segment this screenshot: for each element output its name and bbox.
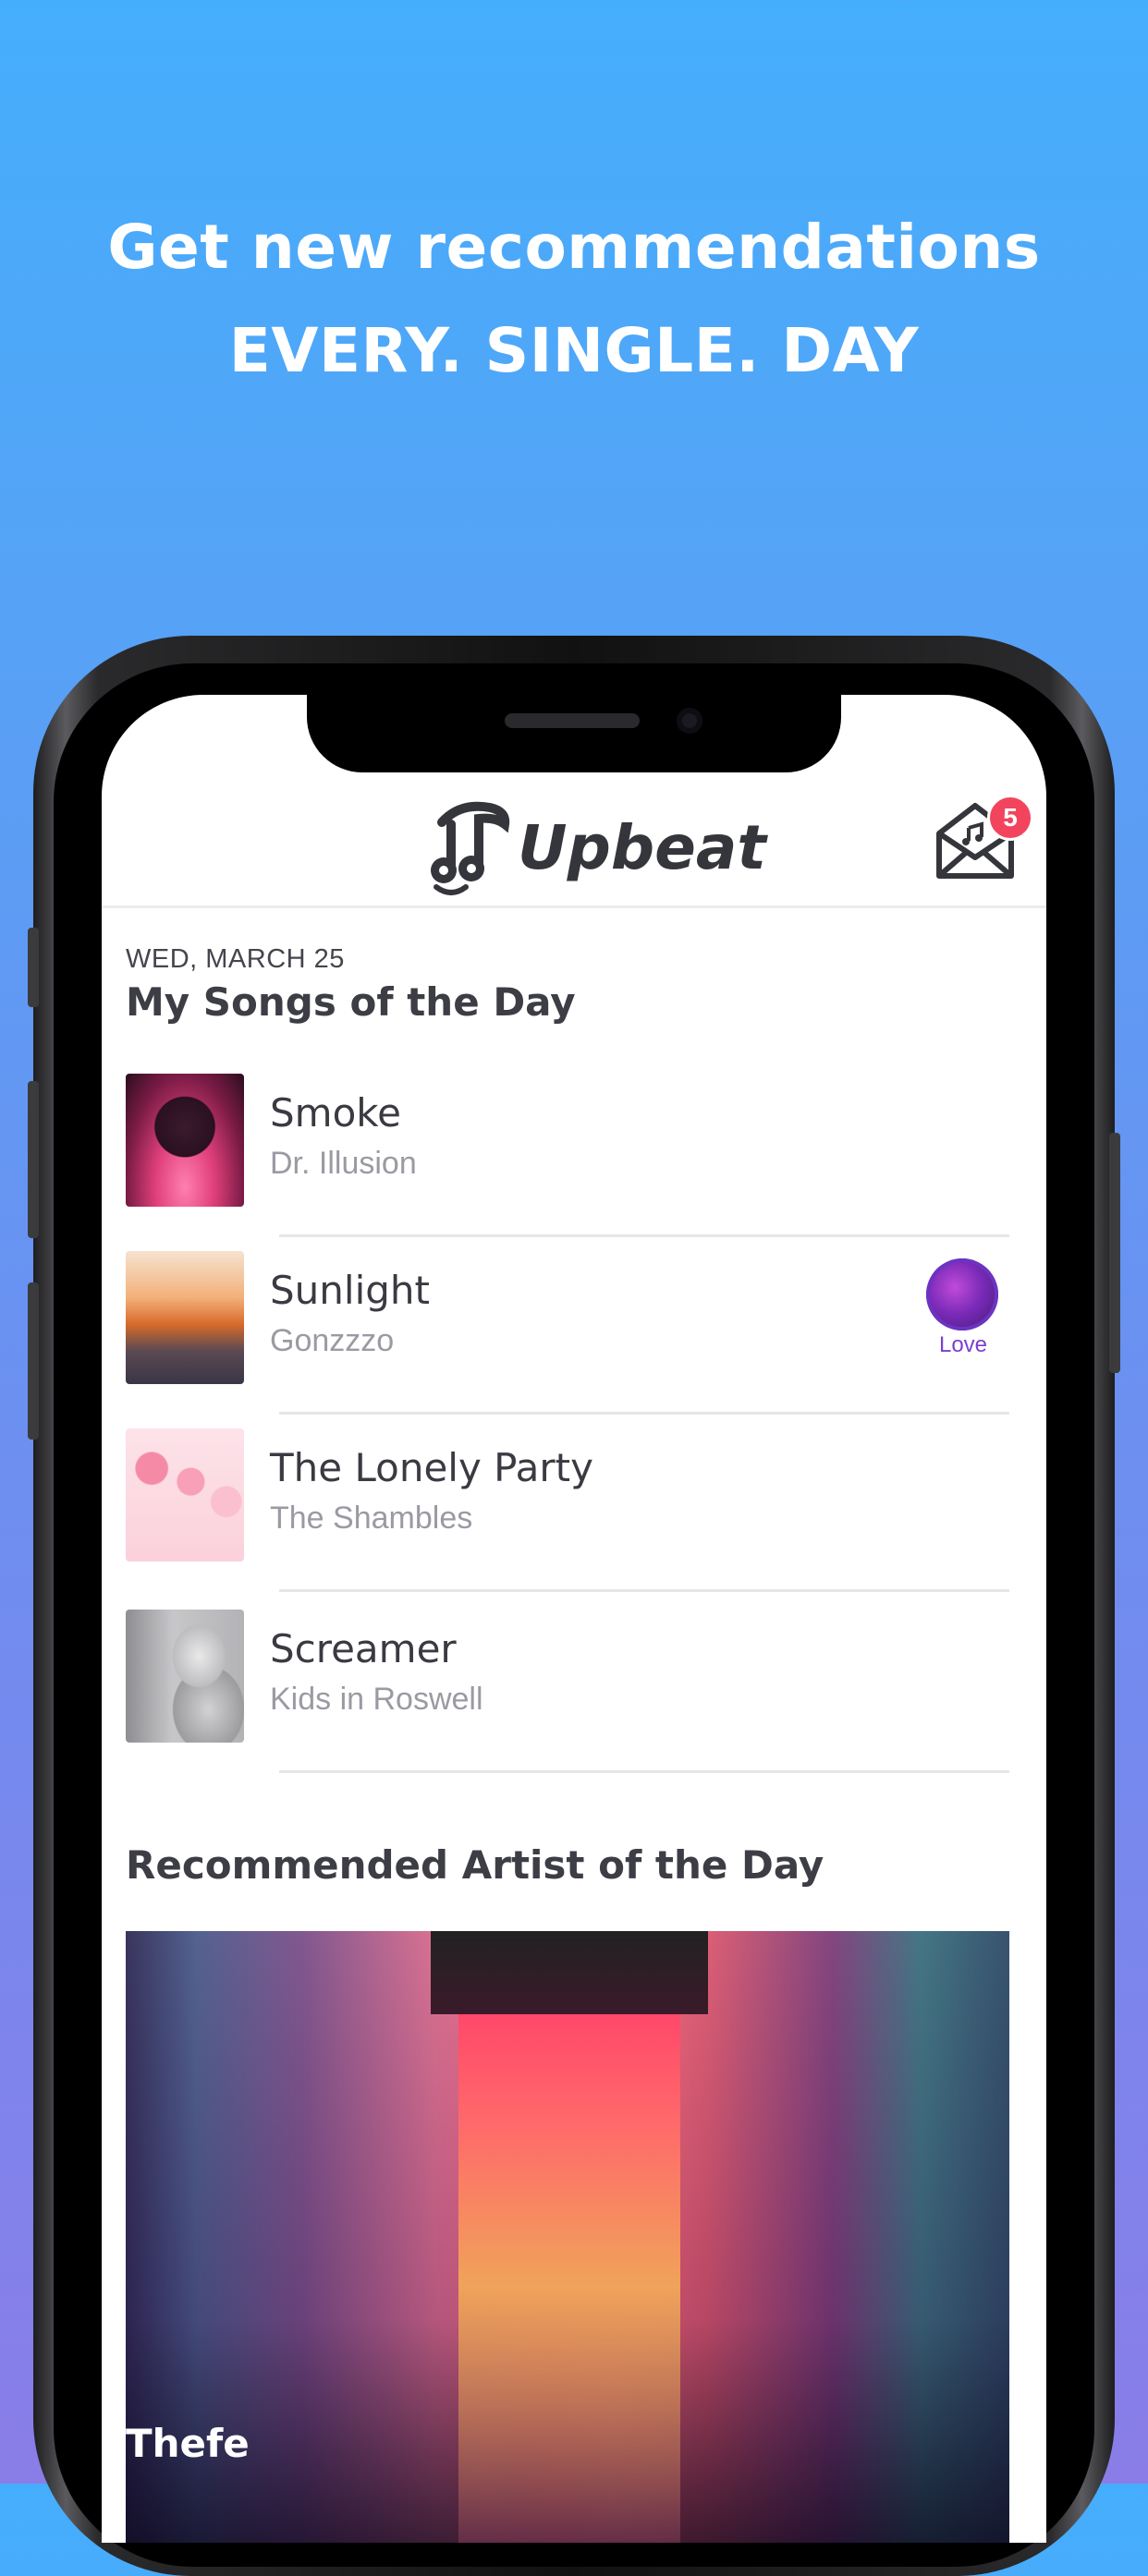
song-title: Sunlight (270, 1268, 430, 1313)
song-title: Screamer (270, 1626, 457, 1671)
phone-side-button (28, 928, 39, 1007)
row-divider (279, 1770, 1009, 1773)
app-name: Upbeat (518, 811, 766, 883)
promo-headline: Get new recommendations EVERY. SINGLE. D… (0, 196, 1148, 403)
inbox-notification-badge[interactable]: 5 (987, 795, 1033, 841)
love-reaction-icon (926, 1258, 998, 1331)
love-reaction-label: Love (938, 1332, 988, 1357)
row-divider (279, 1589, 1009, 1592)
artist-section-title: Recommended Artist of the Day (126, 1842, 824, 1888)
app-logo: Upbeat (423, 796, 766, 898)
front-camera (677, 708, 702, 734)
song-artwork-lonely-party (126, 1428, 244, 1561)
song-row[interactable]: Screamer Kids in Roswell (126, 1595, 1022, 1773)
love-reaction[interactable]: Love (926, 1258, 1000, 1358)
header-divider (102, 905, 1046, 908)
song-artwork-smoke (126, 1074, 244, 1207)
headline-line-1: Get new recommendations (107, 212, 1041, 283)
artist-image-corridor (458, 1931, 680, 2543)
song-artist: Gonzzzo (270, 1323, 395, 1358)
song-artwork-sunlight (126, 1251, 244, 1384)
song-artwork-screamer (126, 1610, 244, 1743)
song-row[interactable]: Smoke Dr. Illusion (126, 1059, 1022, 1237)
phone-volume-down-button (28, 1282, 39, 1440)
headline-line-2: EVERY. SINGLE. DAY (228, 315, 920, 386)
song-title: Smoke (270, 1090, 401, 1136)
artist-image-ceiling (431, 1931, 708, 2014)
speaker-grille (505, 713, 640, 728)
song-title: The Lonely Party (270, 1445, 593, 1490)
recommended-artist-card[interactable] (126, 1931, 1009, 2543)
song-artist: Kids in Roswell (270, 1682, 483, 1717)
song-row[interactable]: The Lonely Party The Shambles (126, 1414, 1022, 1592)
songs-date: WED, MARCH 25 (126, 944, 345, 974)
song-artist: Dr. Illusion (270, 1146, 417, 1181)
songs-section-title: My Songs of the Day (126, 979, 576, 1025)
music-note-logo-icon (431, 801, 510, 895)
phone-power-button (1109, 1133, 1120, 1373)
recommended-artist-name: Thefe (126, 2421, 250, 2466)
app-screen: Upbeat 5 WED, MARCH 25 My Songs of the D… (102, 695, 1046, 2543)
song-row[interactable]: Sunlight Gonzzzo Love (126, 1236, 1022, 1415)
phone-volume-up-button (28, 1081, 39, 1238)
phone-notch (307, 695, 841, 772)
song-artist: The Shambles (270, 1501, 473, 1536)
